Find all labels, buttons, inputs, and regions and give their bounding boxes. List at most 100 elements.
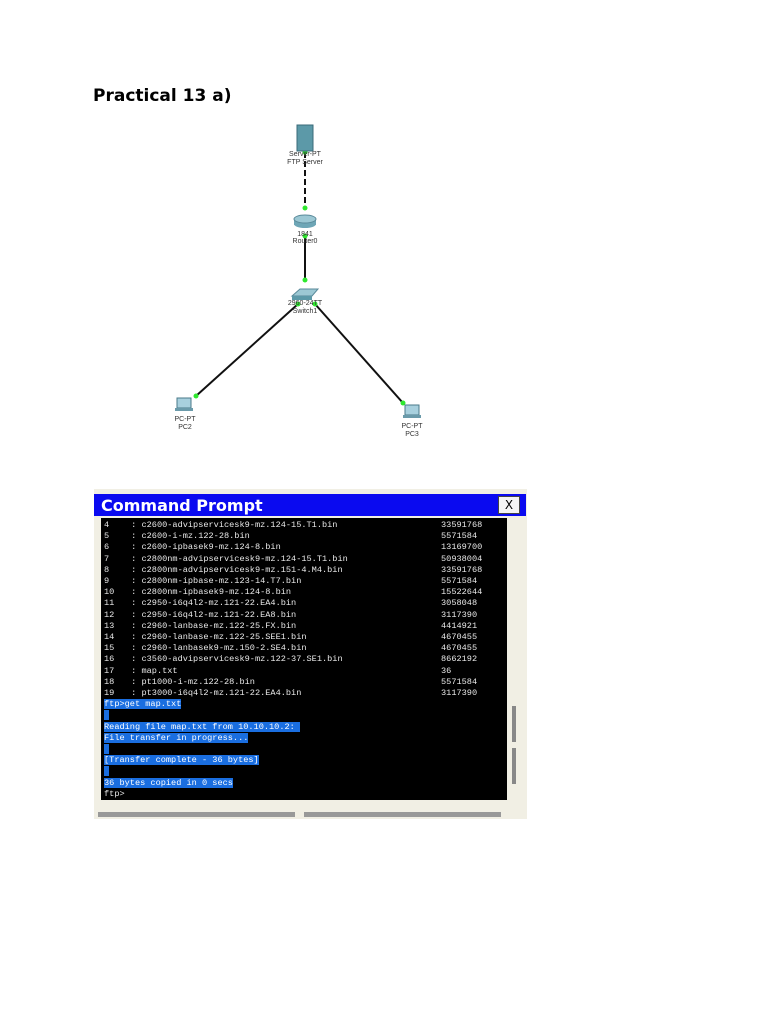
file-name: c2950-i6q4l2-mz.121-22.EA8.bin xyxy=(141,609,297,620)
file-list-row: 9 : c2800nm-ipbase-mz.123-14.T7.bin 55715… xyxy=(104,576,478,586)
router-model: 1841 xyxy=(297,231,313,238)
file-list-row: 17 : map.txt 36 xyxy=(104,665,452,676)
title-bar[interactable]: Command Prompt X xyxy=(94,494,526,516)
file-index: 6 xyxy=(104,542,110,553)
output-text: ftp>get map.txt xyxy=(104,699,182,710)
file-list-row: 12 : c2950-i6q4l2-mz.121-22.EA8.bin 31173… xyxy=(104,609,478,620)
switch-icon xyxy=(290,288,320,300)
file-name: c2600-i-mz.122-28.bin xyxy=(141,531,250,542)
file-size: 4670455 xyxy=(441,632,478,642)
file-list-row: 10 : c2800nm-ipbasek9-mz.124-8.bin 155226… xyxy=(104,587,483,598)
file-name: pt1000-i-mz.122-28.bin xyxy=(141,676,255,687)
horizontal-scrollbar[interactable] xyxy=(304,812,501,817)
link-switch-pc2 xyxy=(195,303,299,397)
file-index: 19 xyxy=(104,688,115,698)
file-list-row: 6 : c2600-ipbasek9-mz.124-8.bin 13169700 xyxy=(104,542,483,553)
output-text: 36 bytes copied in 0 secs xyxy=(104,777,233,788)
file-list-row: 8 : c2800nm-advipservicesk9-mz.151-4.M4.… xyxy=(104,564,483,575)
file-index: 9 xyxy=(104,576,110,586)
output-line: ftp>get map.txt xyxy=(104,699,182,710)
file-list-row: 18 : pt1000-i-mz.122-28.bin 5571584 xyxy=(104,676,478,687)
file-name: c2800nm-ipbase-mz.123-14.T7.bin xyxy=(141,576,302,586)
terminal-output[interactable]: 4 : c2600-advipservicesk9-mz.124-15.T1.b… xyxy=(101,518,507,800)
file-name: c2960-lanbasek9-mz.150-2.SE4.bin xyxy=(141,643,307,654)
file-size: 13169700 xyxy=(441,542,483,553)
link-port-lights xyxy=(193,149,406,406)
file-size: 5571584 xyxy=(441,531,478,542)
file-index: 4 xyxy=(104,520,110,530)
pc2-model: PC-PT xyxy=(175,416,197,423)
horizontal-scrollbar[interactable] xyxy=(98,812,295,817)
output-text xyxy=(104,710,110,721)
file-name: c2600-advipservicesk9-mz.124-15.T1.bin xyxy=(141,520,338,530)
file-size: 33591768 xyxy=(441,564,483,575)
router-icon xyxy=(293,214,317,228)
file-name: map.txt xyxy=(141,665,178,676)
file-name: c2800nm-advipservicesk9-mz.124-15.T1.bin xyxy=(141,553,348,564)
vertical-scrollbar[interactable] xyxy=(508,518,521,800)
output-line xyxy=(104,710,110,721)
output-line: 36 bytes copied in 0 secs xyxy=(104,777,233,789)
switch-model: 2960-24TT xyxy=(288,300,323,307)
output-line: Reading file map.txt from 10.10.10.2: xyxy=(104,721,300,733)
file-index: 18 xyxy=(104,676,115,687)
link-switch-pc3 xyxy=(314,303,404,404)
server-icon xyxy=(296,124,314,152)
file-name: c3560-advipservicesk9-mz.122-37.SE1.bin xyxy=(141,654,343,665)
output-line: ftp> xyxy=(104,789,125,800)
output-line xyxy=(104,766,110,777)
file-name: c2800nm-ipbasek9-mz.124-8.bin xyxy=(141,587,292,598)
file-list-row: 5 : c2600-i-mz.122-28.bin 5571584 xyxy=(104,531,478,542)
file-size: 4670455 xyxy=(441,643,478,654)
file-list-row: 16 : c3560-advipservicesk9-mz.122-37.SE1… xyxy=(104,654,478,665)
file-index: 16 xyxy=(104,654,115,665)
file-size: 3117390 xyxy=(441,609,478,620)
window-title: Command Prompt xyxy=(101,496,263,515)
file-name: c2950-i6q4l2-mz.121-22.EA4.bin xyxy=(141,598,297,609)
file-list-row: 4 : c2600-advipservicesk9-mz.124-15.T1.b… xyxy=(104,520,483,530)
file-name: c2600-ipbasek9-mz.124-8.bin xyxy=(141,542,281,553)
output-line: File transfer in progress... xyxy=(104,732,249,744)
close-button[interactable]: X xyxy=(498,496,520,514)
file-size: 3117390 xyxy=(441,688,478,698)
file-list-row: 11 : c2950-i6q4l2-mz.121-22.EA4.bin 30580… xyxy=(104,598,478,609)
output-line xyxy=(104,744,110,755)
file-size: 5571584 xyxy=(441,576,478,586)
output-text xyxy=(104,766,110,777)
file-name: c2960-lanbase-mz.122-25.FX.bin xyxy=(141,620,297,631)
server-name: FTP Server xyxy=(287,159,323,166)
links xyxy=(195,152,404,404)
file-size: 36 xyxy=(441,665,452,676)
scrollbar-thumb[interactable] xyxy=(512,748,516,784)
pc2-icon xyxy=(175,397,193,411)
file-name: pt3000-i6q4l2-mz.121-22.EA4.bin xyxy=(141,688,302,698)
file-size: 15522644 xyxy=(441,587,483,598)
command-prompt-window: Command Prompt X 4 : c2600-advipservices… xyxy=(94,489,527,819)
file-size: 3058048 xyxy=(441,598,478,609)
output-text: ftp> xyxy=(104,788,125,799)
file-name: c2960-lanbase-mz.122-25.SEE1.bin xyxy=(141,632,307,642)
file-name: c2800nm-advipservicesk9-mz.151-4.M4.bin xyxy=(141,564,343,575)
file-size: 8662192 xyxy=(441,654,478,665)
file-index: 8 xyxy=(104,564,110,575)
file-size: 50938004 xyxy=(441,553,483,564)
file-index: 17 xyxy=(104,665,115,676)
file-index: 14 xyxy=(104,632,115,642)
pc2-name: PC2 xyxy=(178,424,192,431)
output-text: Reading file map.txt from 10.10.10.2: xyxy=(104,721,300,732)
output-text: File transfer in progress... xyxy=(104,732,249,743)
output-text xyxy=(104,744,110,754)
file-list-row: 7 : c2800nm-advipservicesk9-mz.124-15.T1… xyxy=(104,553,483,564)
file-size: 33591768 xyxy=(441,520,483,530)
pc3-model: PC-PT xyxy=(402,423,424,430)
network-topology-diagram: Server-PT FTP Server 1841 Router0 2960-2… xyxy=(175,124,424,438)
file-index: 12 xyxy=(104,609,115,620)
file-size: 4414921 xyxy=(441,620,478,631)
file-index: 13 xyxy=(104,620,115,631)
file-index: 5 xyxy=(104,531,110,542)
file-list-row: 19 : pt3000-i6q4l2-mz.121-22.EA4.bin 3117… xyxy=(104,688,478,698)
scrollbar-thumb[interactable] xyxy=(512,706,516,742)
file-index: 15 xyxy=(104,643,115,654)
file-index: 7 xyxy=(104,553,110,564)
pc3-icon xyxy=(403,404,421,418)
